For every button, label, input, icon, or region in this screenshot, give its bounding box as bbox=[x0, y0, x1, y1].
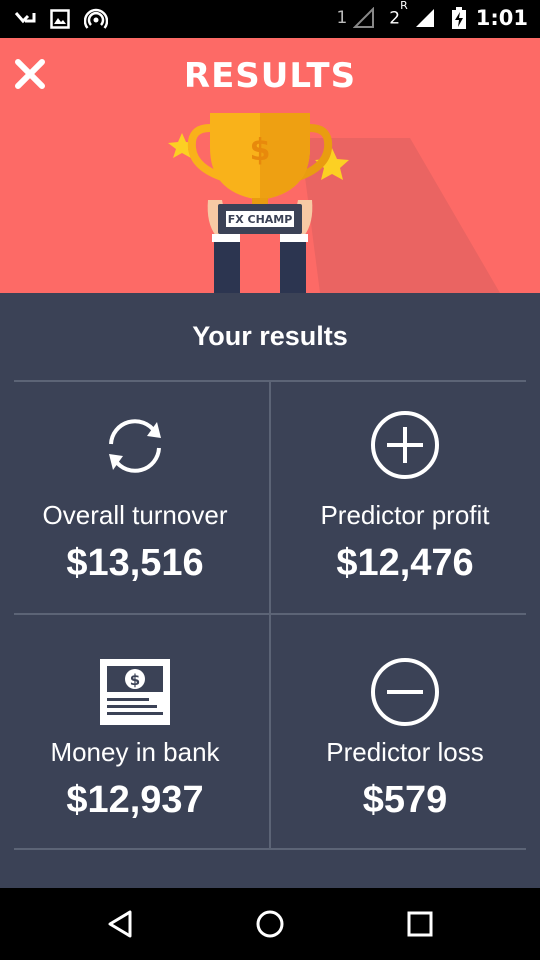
divider bbox=[14, 848, 526, 850]
stat-value: $13,516 bbox=[66, 542, 204, 584]
stat-money-in-bank: $ Money in bank $12,937 bbox=[7, 615, 263, 847]
refresh-icon bbox=[109, 419, 161, 473]
banknote-icon: $ bbox=[100, 659, 170, 725]
svg-text:$: $ bbox=[250, 133, 271, 168]
missed-call-icon bbox=[14, 12, 36, 24]
stat-predictor-profit: Predictor profit $12,476 bbox=[277, 382, 533, 614]
signal-empty-icon bbox=[353, 7, 375, 28]
status-bar: 1 2R 1:01 bbox=[0, 0, 540, 38]
stat-label: Money in bank bbox=[50, 737, 220, 767]
home-button[interactable] bbox=[250, 906, 290, 942]
back-triangle-icon bbox=[108, 910, 132, 938]
home-circle-icon bbox=[256, 910, 284, 938]
stat-label: Predictor profit bbox=[320, 500, 490, 530]
section-title: Your results bbox=[192, 321, 348, 351]
battery-charging-icon bbox=[451, 7, 466, 29]
page-title: RESULTS bbox=[183, 56, 357, 96]
sim2-number: 2 bbox=[389, 8, 401, 29]
stat-value: $579 bbox=[362, 779, 448, 821]
sim2-label: 2R bbox=[389, 0, 407, 29]
back-button[interactable] bbox=[100, 906, 140, 942]
recents-square-icon bbox=[407, 911, 433, 937]
minus-circle-icon bbox=[371, 658, 439, 726]
stat-value: $12,476 bbox=[336, 542, 474, 584]
svg-text:$: $ bbox=[130, 671, 140, 689]
results-panel: Your results Overall turnover $13,516 Pr… bbox=[0, 293, 540, 888]
navigation-bar bbox=[0, 888, 540, 960]
results-header: RESULTS $ FX CHAMP bbox=[0, 38, 540, 293]
stat-label: Overall turnover bbox=[42, 500, 228, 530]
divider bbox=[269, 382, 271, 848]
hotspot-icon bbox=[84, 8, 108, 29]
recents-button[interactable] bbox=[400, 906, 440, 942]
plus-circle-icon bbox=[371, 411, 439, 479]
stat-overall-turnover: Overall turnover $13,516 bbox=[7, 382, 263, 614]
trophy-label: FX CHAMP bbox=[228, 213, 293, 226]
signal-full-icon bbox=[415, 9, 434, 27]
clock: 1:01 bbox=[475, 6, 528, 30]
image-icon bbox=[50, 9, 70, 29]
stat-predictor-loss: Predictor loss $579 bbox=[277, 615, 533, 847]
stat-label: Predictor loss bbox=[326, 737, 484, 767]
roaming-label: R bbox=[400, 0, 408, 13]
sim1-label: 1 bbox=[336, 8, 348, 28]
stat-value: $12,937 bbox=[66, 779, 204, 821]
trophy-illustration: $ FX CHAMP bbox=[168, 113, 500, 293]
